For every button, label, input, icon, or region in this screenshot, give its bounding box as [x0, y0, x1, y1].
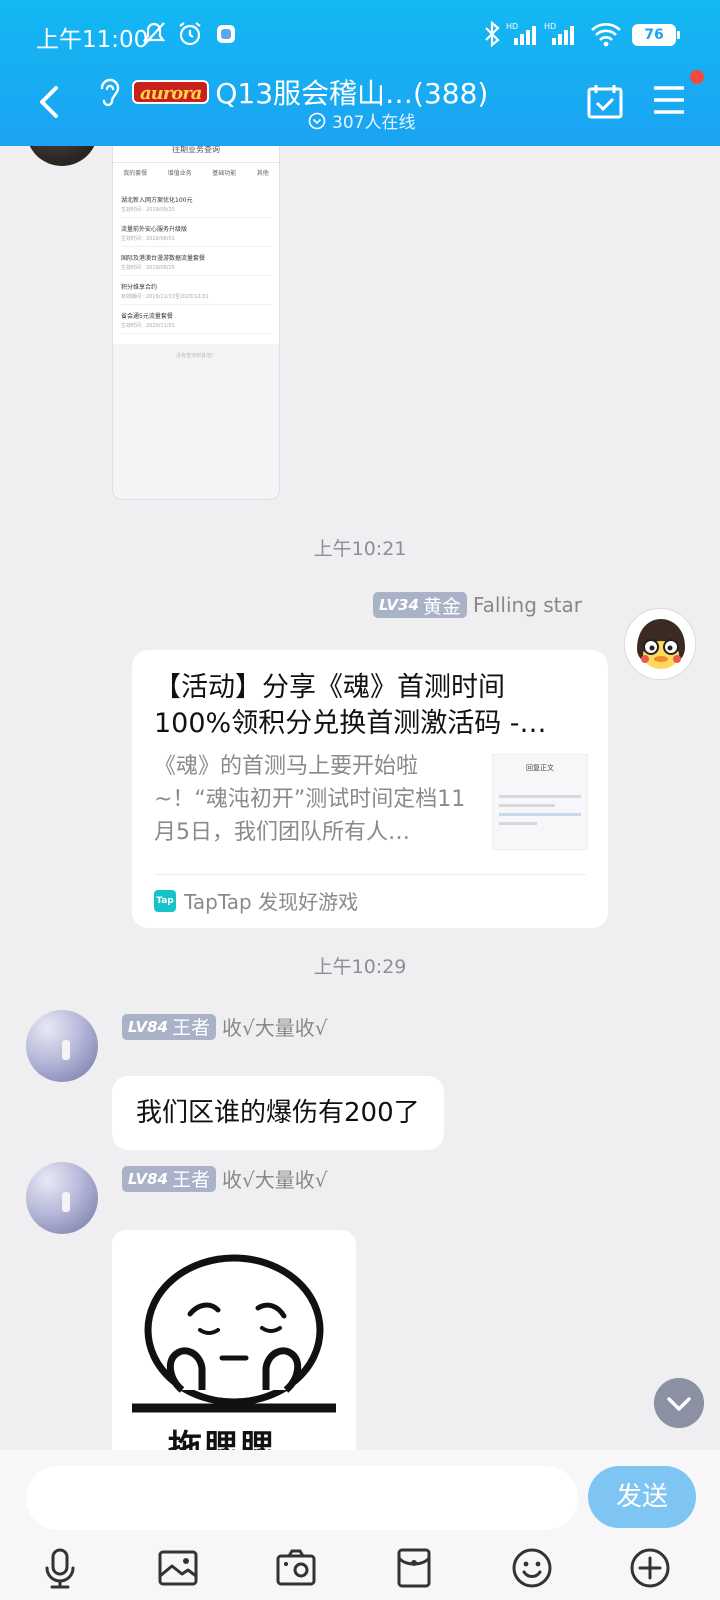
- sender-name: Falling star: [472, 593, 582, 617]
- notification-badge: [690, 70, 704, 84]
- list-item: 积分维享合约 有效期间：2019/11/13至2020/12/31: [121, 282, 271, 305]
- plus-icon[interactable]: [628, 1546, 672, 1590]
- message-input[interactable]: [26, 1466, 578, 1530]
- input-bar: 发送: [0, 1450, 720, 1600]
- list-item: 省会通5元流量套餐 生效时间：2020/11/01: [121, 311, 271, 334]
- scroll-to-bottom-icon[interactable]: [654, 1378, 704, 1428]
- list-item: 国际及港澳台漫游数据流量套餐 生效时间：2019/08/25: [121, 253, 271, 276]
- screenshot-title: 往期业务查询: [113, 146, 279, 163]
- screenshot-tab: 增值业务: [167, 170, 192, 177]
- sender-meta: LV84 王者 收√大量收√: [122, 1164, 328, 1193]
- ear-icon[interactable]: [96, 76, 122, 108]
- back-icon[interactable]: [30, 80, 70, 124]
- status-bar: 上午11:00 HD HD 76: [0, 0, 720, 70]
- card-title: 【活动】分享《魂》首测时间 100%领积分兑换首测激活码 -…: [154, 672, 547, 739]
- screenshot-list: 湖北新入网方案优化100元 生效时间：2019/09/25 流量前外安心服务升级版…: [113, 185, 279, 344]
- sender-name: 收√大量收√: [222, 1016, 328, 1040]
- battery-indicator: 76: [632, 24, 680, 46]
- sticker-message[interactable]: 拖腮腮: [112, 1230, 356, 1450]
- screenshot-tabs: 我的套餐 增值业务 基础功能 其他: [113, 163, 279, 185]
- screenshot-tab: 其他: [256, 170, 269, 177]
- avatar[interactable]: 休息一下: [26, 146, 98, 166]
- taptap-icon: Tap: [154, 889, 176, 912]
- card-source: Tap TapTap 发现好游戏: [154, 886, 358, 915]
- group-title: Q13服会稽山…(388): [215, 77, 489, 110]
- menu-icon[interactable]: [652, 84, 686, 116]
- wifi-icon: [591, 23, 621, 47]
- signal-1-icon: HD: [506, 22, 536, 45]
- avatar[interactable]: [26, 1162, 98, 1234]
- card-divider: [154, 874, 586, 875]
- shared-link-card[interactable]: 【活动】分享《魂》首测时间 100%领积分兑换首测激活码 -… 《魂》的首测马上…: [132, 650, 608, 928]
- group-title-row[interactable]: aurora Q13服会稽山…(388): [96, 72, 576, 112]
- screenshot-tab: 基础功能: [212, 170, 237, 177]
- camera-icon[interactable]: [274, 1546, 318, 1590]
- level-badge: LV84 王者: [122, 1013, 216, 1040]
- online-count[interactable]: 307人在线: [308, 108, 415, 133]
- emoji-icon[interactable]: [510, 1546, 554, 1590]
- aurora-logo: aurora: [132, 80, 210, 104]
- online-count-label: 307人在线: [332, 113, 416, 133]
- mute-icon: [142, 22, 166, 46]
- svg-text:HD: HD: [544, 22, 556, 31]
- alarm-icon: [179, 22, 201, 46]
- message-bubble[interactable]: 我们区谁的爆伤有200了: [112, 1076, 444, 1150]
- svg-text:HD: HD: [506, 22, 518, 31]
- chat-area[interactable]: 休息一下 往期业务查询 我的套餐 增值业务 基础功能 其他 湖北新入网方案优化1…: [0, 146, 720, 1450]
- timestamp: 上午10:29: [313, 956, 407, 978]
- calendar-check-icon[interactable]: [586, 82, 624, 120]
- screenshot-footer: 没有查询到其他？: [175, 353, 216, 359]
- sender-name: 收√大量收√: [222, 1168, 328, 1192]
- chevron-circle-icon: [308, 112, 326, 129]
- screenshot-image[interactable]: 往期业务查询 我的套餐 增值业务 基础功能 其他 湖北新入网方案优化100元 生效…: [112, 146, 280, 500]
- list-item: 流量前外安心服务升级版 生效时间：2019/06/01: [121, 224, 271, 247]
- card-thumbnail: 回复正文: [492, 754, 588, 850]
- card-description: 《魂》的首测马上要开始啦~！“魂沌初开”测试时间定档11月5日，我们团队所有人…: [154, 754, 466, 845]
- thumbnail-title: 回复正文: [526, 764, 554, 772]
- status-time: 上午11:00: [36, 27, 149, 53]
- app-notification-icon: [217, 25, 235, 43]
- list-item: 湖北新入网方案优化100元 生效时间：2019/09/25: [121, 195, 271, 218]
- red-packet-icon[interactable]: [392, 1546, 436, 1590]
- duck-avatar-icon: [625, 609, 695, 679]
- mic-icon[interactable]: [38, 1546, 82, 1590]
- sender-meta: LV34 黄金 Falling star: [372, 592, 582, 618]
- image-icon[interactable]: [156, 1546, 200, 1590]
- level-badge: LV84 王者: [122, 1165, 216, 1192]
- send-button[interactable]: 发送: [588, 1466, 696, 1528]
- level-badge: LV34 黄金: [372, 592, 467, 618]
- screenshot-tab: 我的套餐: [123, 170, 148, 177]
- chat-header: 上午11:00 HD HD 76 aurora Q13服会稽山…(388) 30…: [0, 0, 720, 146]
- avatar[interactable]: [624, 608, 696, 680]
- timestamp: 上午10:21: [313, 538, 407, 560]
- sticker-face-icon: [132, 1254, 336, 1413]
- avatar[interactable]: [26, 1010, 98, 1082]
- bluetooth-icon: [485, 20, 500, 48]
- sender-meta: LV84 王者 收√大量收√: [122, 1012, 328, 1041]
- card-source-label: TapTap 发现好游戏: [184, 890, 359, 914]
- signal-2-icon: HD: [544, 22, 574, 45]
- sticker-caption: 拖腮腮: [168, 1428, 276, 1450]
